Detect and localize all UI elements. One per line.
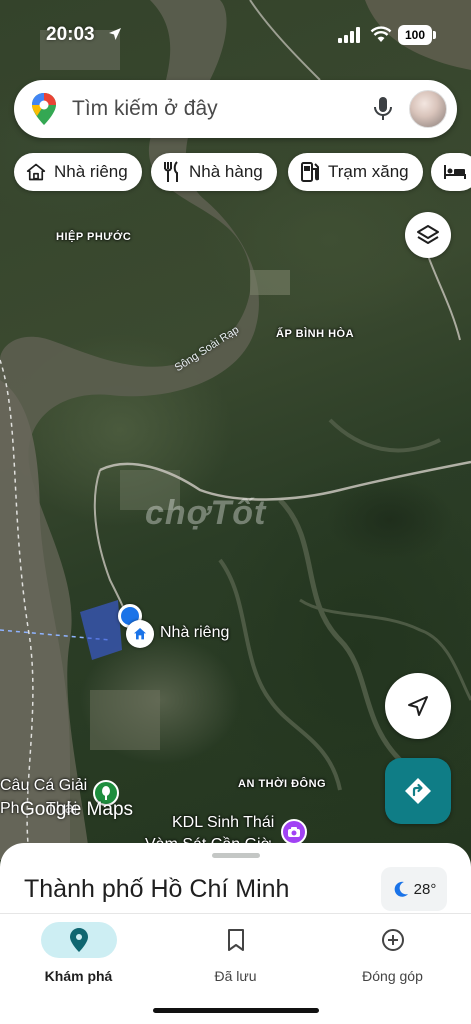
map-label-hiep-phuoc[interactable]: HIỆP PHƯỚC xyxy=(56,231,131,243)
chip-gas-station[interactable]: Trạm xăng xyxy=(288,153,423,191)
camera-icon xyxy=(288,827,300,837)
directions-button[interactable] xyxy=(385,758,451,824)
avatar[interactable] xyxy=(409,90,447,128)
battery-indicator: 100 xyxy=(398,25,432,45)
camera-pin[interactable] xyxy=(281,819,307,845)
nav-saved-pill[interactable] xyxy=(198,922,274,958)
signal-icon xyxy=(338,27,360,43)
chip-home-label: Nhà riêng xyxy=(54,162,128,181)
status-bar: 20:03 100 xyxy=(0,0,471,64)
hotel-icon xyxy=(444,165,466,179)
home-pin-icon xyxy=(134,628,146,640)
sheet-title: Thành phố Hồ Chí Minh xyxy=(24,875,290,903)
moon-icon xyxy=(394,881,408,897)
location-arrow-icon xyxy=(109,28,121,40)
home-indicator[interactable] xyxy=(153,1008,319,1013)
nav-saved-label: Đã lưu xyxy=(214,968,257,984)
nav-explore-pill[interactable] xyxy=(40,922,117,958)
chip-hotel[interactable] xyxy=(431,153,471,191)
google-maps-logo: Google Maps xyxy=(20,799,134,820)
directions-icon xyxy=(405,778,431,804)
weather-temp: 28° xyxy=(413,880,437,898)
map-label-ap-binh-hoa[interactable]: ẤP BÌNH HÒA xyxy=(276,328,354,340)
layers-button[interactable] xyxy=(405,212,451,258)
nav-saved[interactable]: Đã lưu xyxy=(157,922,314,984)
chip-restaurant[interactable]: Nhà hàng xyxy=(151,153,277,191)
google-maps-pin-icon xyxy=(32,93,56,125)
location-pin-icon xyxy=(69,928,88,952)
nav-explore[interactable]: Khám phá xyxy=(0,922,157,984)
nav-contribute-label: Đóng góp xyxy=(362,968,423,984)
tree-icon xyxy=(102,786,110,800)
place-label-kdl[interactable]: KDL Sinh Thái xyxy=(172,814,274,832)
place-label-cau-ca[interactable]: Câu Cá Giải xyxy=(0,777,87,795)
layers-icon xyxy=(417,225,439,244)
home-icon xyxy=(26,163,46,181)
weather-chip[interactable]: 28° xyxy=(381,867,447,911)
my-location-button[interactable] xyxy=(385,673,451,739)
watermark: chợTốt xyxy=(145,494,267,532)
status-time: 20:03 xyxy=(46,24,95,45)
place-label-cau-ca-line2-start[interactable]: Ph xyxy=(0,800,20,818)
bottom-sheet[interactable]: Thành phố Hồ Chí Minh 28° xyxy=(0,843,471,923)
home-pin[interactable] xyxy=(126,620,154,648)
nav-contribute[interactable]: Đóng góp xyxy=(314,922,471,984)
chip-gas-station-label: Trạm xăng xyxy=(328,162,409,181)
map-label-an-thoi-dong[interactable]: AN THỜI ĐÔNG xyxy=(238,778,326,790)
nav-contribute-pill[interactable] xyxy=(355,922,431,958)
sheet-handle[interactable] xyxy=(212,853,260,858)
bookmark-icon xyxy=(227,929,244,951)
chip-home[interactable]: Nhà riêng xyxy=(14,153,142,191)
restaurant-icon xyxy=(164,161,178,182)
gas-station-icon xyxy=(301,162,319,182)
add-circle-icon xyxy=(381,929,404,951)
chip-restaurant-label: Nhà hàng xyxy=(189,162,263,181)
place-label-home[interactable]: Nhà riêng xyxy=(160,624,229,642)
microphone-icon[interactable] xyxy=(372,96,394,122)
search-bar[interactable]: Tìm kiếm ở đây xyxy=(14,80,457,138)
search-input[interactable]: Tìm kiếm ở đây xyxy=(72,97,218,121)
navigation-arrow-icon xyxy=(408,696,428,716)
battery-tip xyxy=(433,31,436,39)
nav-explore-label: Khám phá xyxy=(44,968,113,984)
wifi-icon xyxy=(370,26,392,42)
